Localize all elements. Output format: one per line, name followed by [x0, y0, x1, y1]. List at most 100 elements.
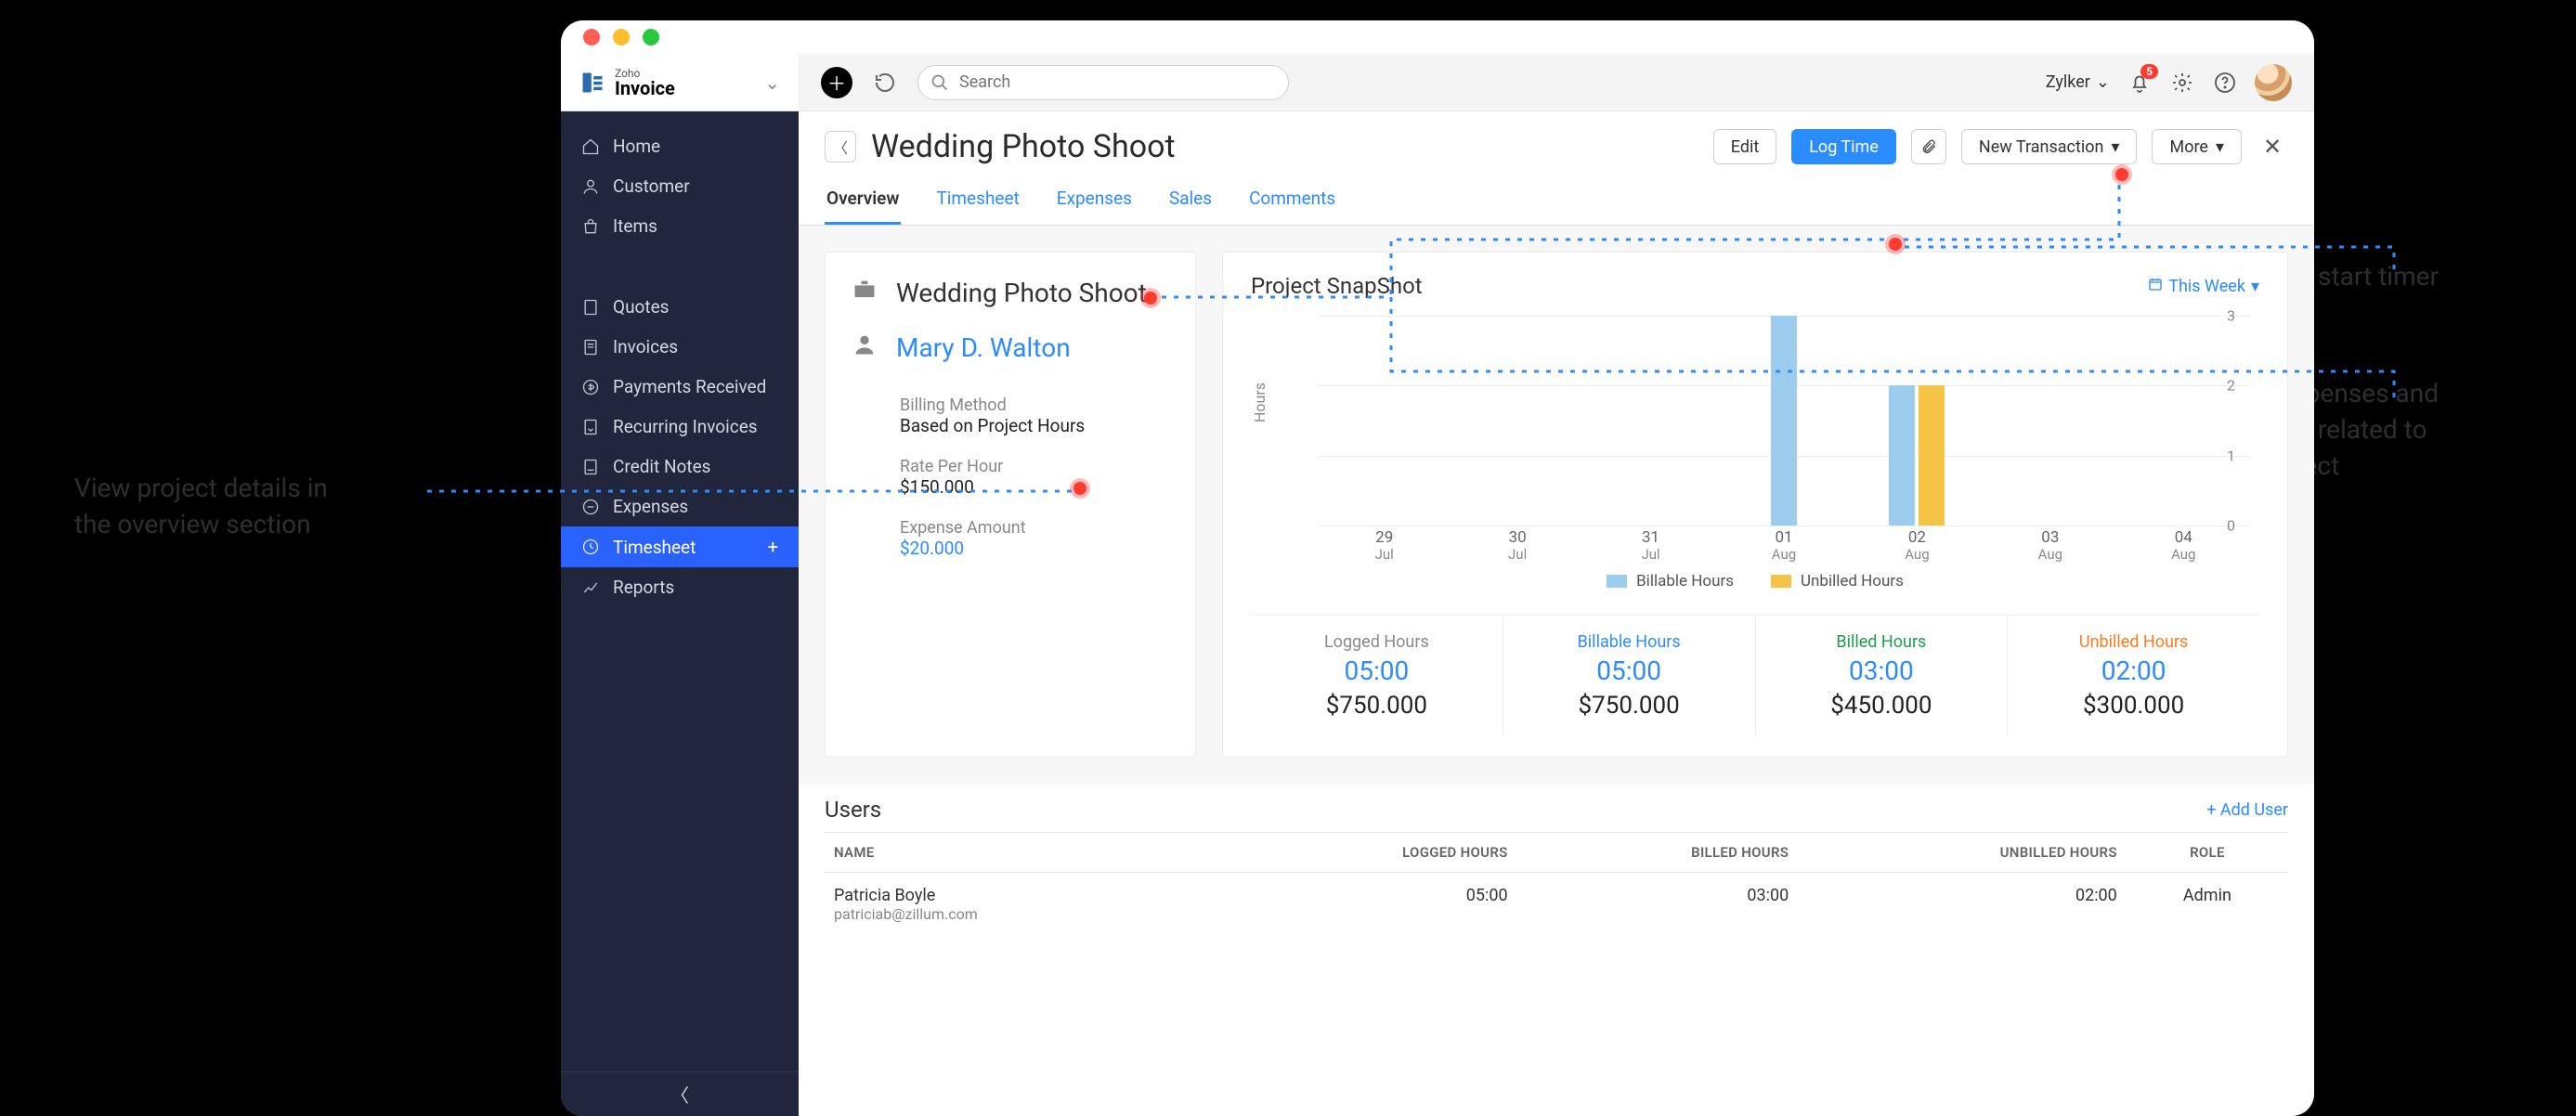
- bar-billable[interactable]: [1889, 385, 1915, 526]
- brand-caret-icon[interactable]: ⌄: [764, 71, 780, 94]
- more-button[interactable]: More ▾: [2152, 129, 2242, 164]
- close-button[interactable]: ✕: [2257, 131, 2288, 162]
- tab-timesheet[interactable]: Timesheet: [934, 180, 1021, 225]
- sidebar-item-quotes[interactable]: Quotes: [561, 287, 799, 327]
- help-button[interactable]: [2212, 70, 2238, 96]
- stat-amount: $450.000: [1763, 692, 2000, 720]
- users-section: Users + Add User NAMELOGGED HOURSBILLED …: [799, 784, 2314, 973]
- tab-overview[interactable]: Overview: [825, 180, 901, 225]
- stat-block: Logged Hours05:00$750.000: [1251, 616, 1503, 736]
- users-col-header[interactable]: LOGGED HOURS: [1217, 833, 1517, 873]
- stat-hours: 03:00: [1763, 655, 2000, 686]
- bar-unbilled[interactable]: [1919, 385, 1945, 526]
- sidebar-item-label: Recurring Invoices: [613, 416, 758, 437]
- quote-icon: [581, 298, 600, 317]
- stat-amount: $750.000: [1511, 692, 1748, 720]
- users-table: NAMELOGGED HOURSBILLED HOURSUNBILLED HOU…: [825, 832, 2288, 936]
- expense-label: Expense Amount: [900, 518, 1169, 538]
- legend-swatch-billable: [1607, 575, 1627, 588]
- sidebar-collapse[interactable]: 〈: [561, 1071, 799, 1116]
- nav-section-main: Home Customer Items: [561, 111, 799, 261]
- user-logged: 05:00: [1217, 873, 1517, 937]
- brand-row[interactable]: Zoho Invoice ⌄: [561, 54, 799, 111]
- notifications-button[interactable]: 5: [2127, 70, 2153, 96]
- tab-comments[interactable]: Comments: [1247, 180, 1337, 225]
- users-col-header[interactable]: ROLE: [2127, 833, 2288, 873]
- chevron-left-icon: 〈: [670, 1081, 689, 1108]
- sidebar-item-recurring[interactable]: Recurring Invoices: [561, 407, 799, 447]
- xtick-label: 01Aug: [1717, 529, 1850, 566]
- stat-label: Billed Hours: [1763, 632, 2000, 652]
- org-selector[interactable]: Zylker ⌄: [2046, 72, 2110, 92]
- timesheet-add-icon[interactable]: +: [768, 536, 778, 558]
- tab-sales[interactable]: Sales: [1167, 180, 1214, 225]
- new-transaction-button[interactable]: New Transaction ▾: [1961, 129, 2138, 164]
- expense-value[interactable]: $20.000: [900, 538, 1169, 559]
- users-col-header[interactable]: NAME: [825, 833, 1217, 873]
- sidebar: Zoho Invoice ⌄ Home Customer Items: [561, 54, 799, 1116]
- sidebar-item-label: Reports: [613, 577, 674, 598]
- billing-method-label: Billing Method: [900, 396, 1169, 415]
- caret-down-icon: ▾: [2251, 277, 2259, 296]
- sidebar-item-label: Invoices: [613, 336, 678, 357]
- sidebar-item-home[interactable]: Home: [561, 126, 799, 166]
- quick-add-button[interactable]: ＋: [821, 67, 852, 98]
- notification-badge: 5: [2140, 64, 2158, 79]
- legend-unbilled: Unbilled Hours: [1801, 572, 1904, 590]
- new-transaction-label: New Transaction: [1979, 137, 2104, 157]
- annotation-overview: View project details in the overview sec…: [74, 470, 328, 542]
- sidebar-item-items[interactable]: Items: [561, 206, 799, 246]
- legend-billable: Billable Hours: [1636, 572, 1734, 590]
- sidebar-item-invoices[interactable]: Invoices: [561, 327, 799, 367]
- settings-button[interactable]: [2169, 70, 2195, 96]
- window-min-dot[interactable]: [613, 29, 630, 45]
- xtick-label: 04Aug: [2117, 529, 2250, 566]
- bag-icon: [581, 217, 600, 236]
- stat-label: Unbilled Hours: [2015, 632, 2252, 652]
- stat-hours: 05:00: [1511, 655, 1748, 686]
- xtick-label: 31Jul: [1584, 529, 1717, 566]
- snapshot-title: Project SnapShot: [1251, 273, 1423, 299]
- sidebar-item-customer[interactable]: Customer: [561, 166, 799, 206]
- bar-billable[interactable]: [1771, 316, 1797, 526]
- project-name: Wedding Photo Shoot: [896, 278, 1147, 308]
- user-role: Admin: [2127, 873, 2288, 937]
- sidebar-item-label: Payments Received: [613, 376, 766, 397]
- users-col-header[interactable]: UNBILLED HOURS: [1798, 833, 2127, 873]
- sidebar-item-timesheet[interactable]: Timesheet +: [561, 526, 799, 567]
- caret-down-icon: ▾: [2216, 137, 2224, 157]
- avatar[interactable]: [2255, 64, 2292, 101]
- add-user-button[interactable]: + Add User: [2206, 800, 2288, 820]
- stats-row: Logged Hours05:00$750.000Billable Hours0…: [1251, 615, 2259, 736]
- attachment-button[interactable]: [1911, 129, 1946, 164]
- table-row[interactable]: Patricia Boylepatriciab@zillum.com05:000…: [825, 873, 2288, 937]
- window-max-dot[interactable]: [643, 29, 659, 45]
- log-time-button[interactable]: Log Time: [1791, 129, 1896, 164]
- home-icon: [581, 137, 600, 156]
- topbar: ＋ Zylker ⌄ 5: [799, 54, 2314, 111]
- recent-button[interactable]: [869, 67, 901, 98]
- sidebar-item-creditnotes[interactable]: Credit Notes: [561, 447, 799, 487]
- back-button[interactable]: 〈: [825, 131, 856, 162]
- sidebar-item-reports[interactable]: Reports: [561, 567, 799, 607]
- users-col-header[interactable]: BILLED HOURS: [1517, 833, 1799, 873]
- xtick-label: 02Aug: [1851, 529, 1984, 566]
- sidebar-item-payments[interactable]: Payments Received: [561, 367, 799, 407]
- daterange-label: This Week: [2168, 277, 2245, 296]
- window-close-dot[interactable]: [583, 29, 600, 45]
- daterange-selector[interactable]: This Week ▾: [2148, 277, 2259, 296]
- timesheet-icon: [581, 538, 600, 556]
- sidebar-item-label: Credit Notes: [613, 456, 710, 477]
- sidebar-item-expenses[interactable]: Expenses: [561, 487, 799, 526]
- tab-expenses[interactable]: Expenses: [1055, 180, 1134, 225]
- stat-label: Logged Hours: [1258, 632, 1495, 652]
- edit-button[interactable]: Edit: [1713, 129, 1776, 164]
- chart: Hours 012329Jul30Jul31Jul01Aug02Aug03Aug…: [1251, 316, 2259, 566]
- expenses-icon: [581, 498, 600, 516]
- search-input[interactable]: [917, 65, 1289, 100]
- xtick-label: 30Jul: [1451, 529, 1583, 566]
- payments-icon: [581, 378, 600, 396]
- more-label: More: [2169, 137, 2207, 157]
- client-link[interactable]: Mary D. Walton: [896, 332, 1071, 363]
- reports-icon: [581, 578, 600, 597]
